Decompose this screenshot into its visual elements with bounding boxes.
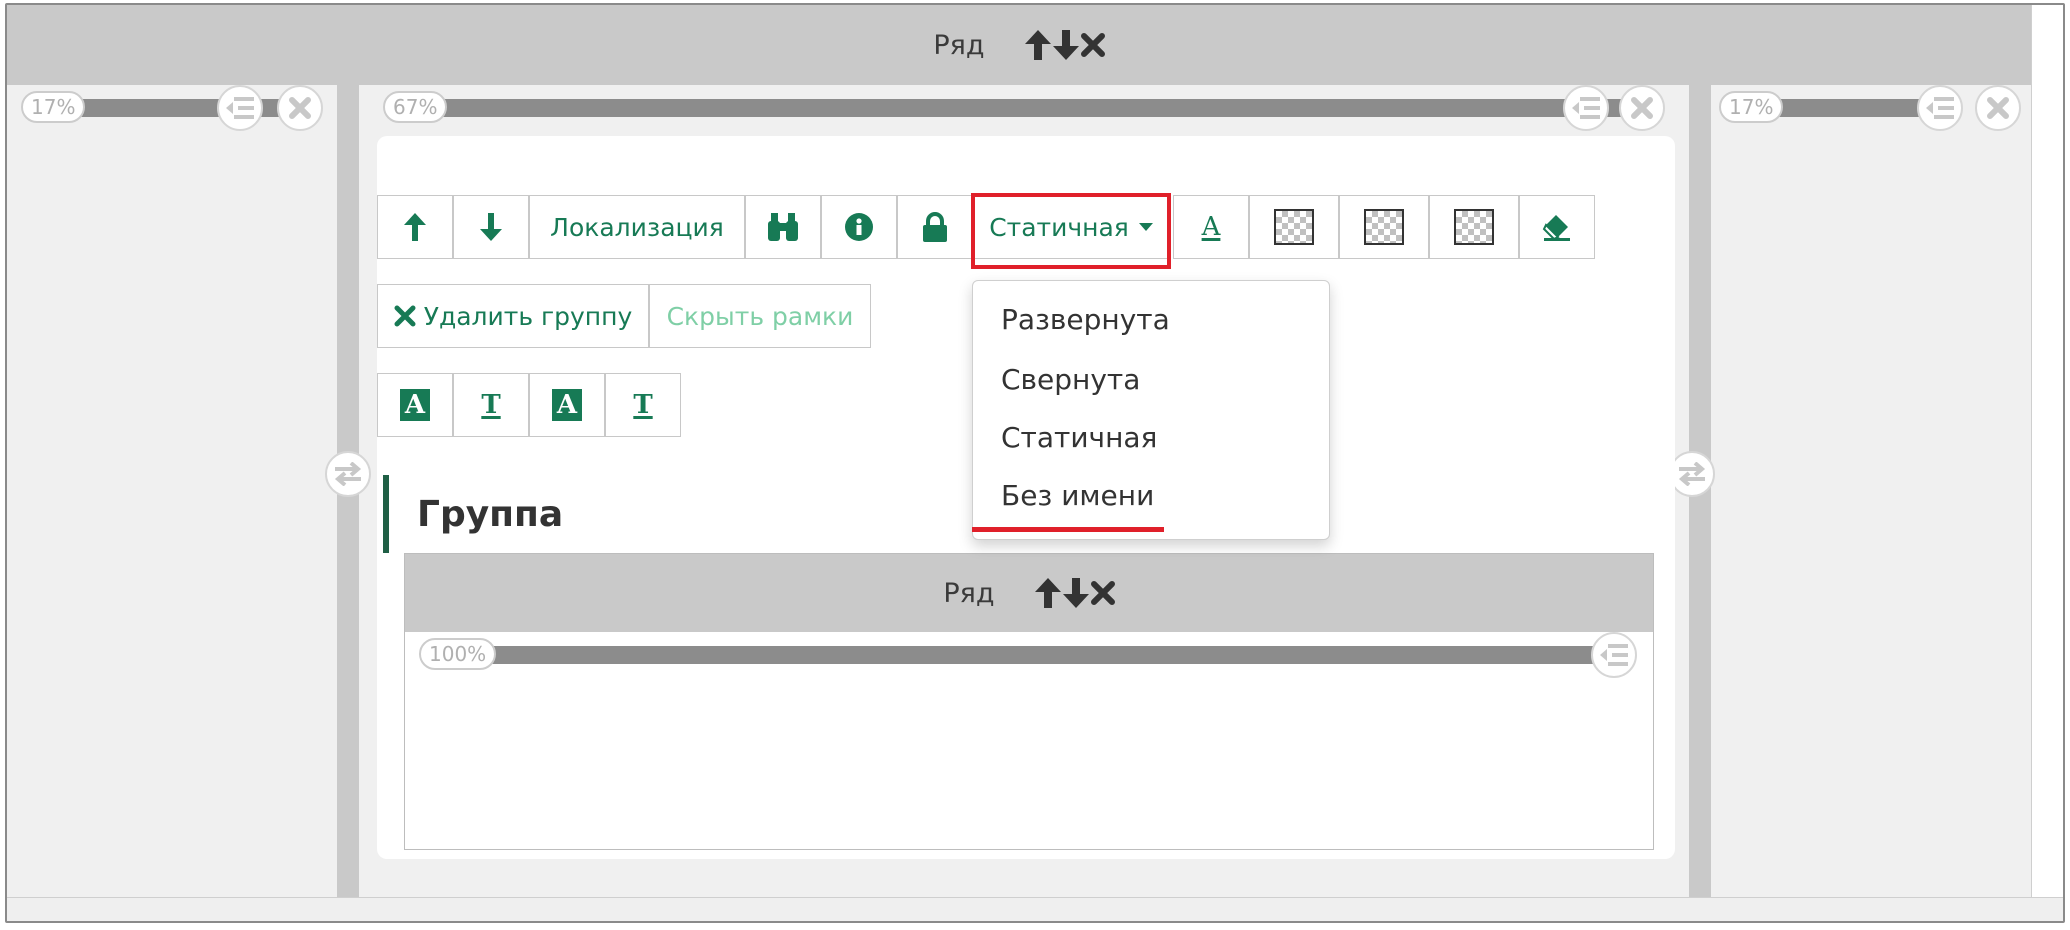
text-color-icon: A bbox=[1201, 212, 1221, 242]
list-indent-icon bbox=[1926, 97, 1954, 119]
text-color-button[interactable]: A bbox=[1173, 195, 1249, 259]
column-percent-badge: 100% bbox=[419, 638, 497, 670]
column-percent-badge: 67% bbox=[383, 91, 448, 123]
delete-group-label: Удалить группу bbox=[423, 301, 633, 331]
move-down-button[interactable] bbox=[453, 195, 529, 259]
arrow-up-icon bbox=[404, 213, 426, 241]
background-button[interactable] bbox=[1249, 195, 1339, 259]
column-left: 17% bbox=[7, 85, 359, 897]
clear-format-button[interactable] bbox=[1519, 195, 1595, 259]
bottom-gutter bbox=[7, 897, 2063, 921]
dropdown-option-expanded[interactable]: Развернута bbox=[1001, 303, 1170, 336]
editor-frame: Ряд 17% 67% 17% Локализация Статичная A … bbox=[5, 3, 2065, 923]
list-indent-icon bbox=[226, 97, 254, 119]
eraser-icon bbox=[1542, 215, 1570, 241]
option-highlight-underline bbox=[972, 527, 1164, 532]
close-icon bbox=[1987, 97, 2009, 119]
info-button[interactable] bbox=[821, 195, 897, 259]
text-icon: T bbox=[481, 390, 501, 420]
row-header: Ряд bbox=[7, 5, 2031, 85]
move-down-icon[interactable] bbox=[1052, 30, 1079, 60]
scroll-gutter bbox=[2031, 5, 2063, 897]
move-down-icon[interactable] bbox=[1062, 578, 1089, 608]
transparent-pattern-icon bbox=[1364, 209, 1404, 245]
dropdown-option-no-name[interactable]: Без имени bbox=[1001, 479, 1154, 512]
row-header: Ряд bbox=[405, 554, 1653, 632]
title-bg-button[interactable]: A bbox=[377, 373, 453, 437]
delete-row-icon[interactable] bbox=[1090, 581, 1115, 605]
column-width-bar[interactable] bbox=[389, 99, 1649, 117]
column-delete-button[interactable] bbox=[1619, 85, 1665, 131]
text-icon: T bbox=[633, 390, 653, 420]
text-background-icon: A bbox=[400, 389, 430, 421]
title-text-button[interactable]: T bbox=[453, 373, 529, 437]
transparent-pattern-icon bbox=[1454, 209, 1494, 245]
binoculars-icon bbox=[768, 213, 798, 241]
delete-group-button[interactable]: Удалить группу bbox=[377, 284, 649, 348]
column-settings-button[interactable] bbox=[1591, 632, 1637, 678]
column-settings-button[interactable] bbox=[217, 85, 263, 131]
state-select-highlight bbox=[971, 193, 1171, 269]
list-indent-icon bbox=[1600, 644, 1628, 666]
column-percent-badge: 17% bbox=[21, 91, 86, 123]
transparent-pattern-icon bbox=[1274, 209, 1314, 245]
hide-frames-button[interactable]: Скрыть рамки bbox=[649, 284, 871, 348]
row-label: Ряд bbox=[943, 577, 995, 609]
group-title: Группа bbox=[383, 475, 563, 553]
list-indent-icon bbox=[1572, 97, 1600, 119]
content-bg-button[interactable]: A bbox=[529, 373, 605, 437]
column-settings-button[interactable] bbox=[1917, 85, 1963, 131]
text-background-icon: A bbox=[552, 389, 582, 421]
layout-canvas: Ряд 17% 67% 17% Локализация Статичная A … bbox=[7, 5, 2031, 897]
column-swap-handle[interactable] bbox=[325, 451, 371, 497]
inner-row: Ряд 100% bbox=[404, 553, 1654, 850]
row-label: Ряд bbox=[933, 29, 985, 61]
move-up-button[interactable] bbox=[377, 195, 453, 259]
column-swap-handle[interactable] bbox=[1669, 451, 1715, 497]
swap-horizontal-icon bbox=[1678, 462, 1706, 486]
close-icon bbox=[394, 305, 416, 327]
close-icon bbox=[1631, 97, 1653, 119]
column-settings-button[interactable] bbox=[1563, 85, 1609, 131]
column-right: 17% bbox=[1711, 85, 2031, 897]
info-icon bbox=[845, 213, 873, 241]
find-button[interactable] bbox=[745, 195, 821, 259]
localization-button[interactable]: Локализация bbox=[529, 195, 745, 259]
delete-row-icon[interactable] bbox=[1080, 33, 1105, 57]
header-color-button[interactable] bbox=[1429, 195, 1519, 259]
column-width-bar[interactable] bbox=[445, 646, 1605, 664]
state-dropdown-menu: Развернута Свернута Статичная Без имени bbox=[972, 280, 1330, 540]
move-up-icon[interactable] bbox=[1024, 30, 1051, 60]
column-delete-button[interactable] bbox=[277, 85, 323, 131]
border-color-button[interactable] bbox=[1339, 195, 1429, 259]
arrow-down-icon bbox=[480, 213, 502, 241]
lock-icon bbox=[923, 212, 947, 242]
swap-horizontal-icon bbox=[334, 462, 362, 486]
column-delete-button[interactable] bbox=[1975, 85, 2021, 131]
lock-button[interactable] bbox=[897, 195, 973, 259]
row-controls bbox=[1024, 30, 1105, 60]
dropdown-option-collapsed[interactable]: Свернута bbox=[1001, 363, 1140, 396]
content-text-button[interactable]: T bbox=[605, 373, 681, 437]
close-icon bbox=[289, 97, 311, 119]
row-controls bbox=[1034, 578, 1115, 608]
column-percent-badge: 17% bbox=[1719, 91, 1784, 123]
move-up-icon[interactable] bbox=[1034, 578, 1061, 608]
dropdown-option-static[interactable]: Статичная bbox=[1001, 421, 1157, 454]
